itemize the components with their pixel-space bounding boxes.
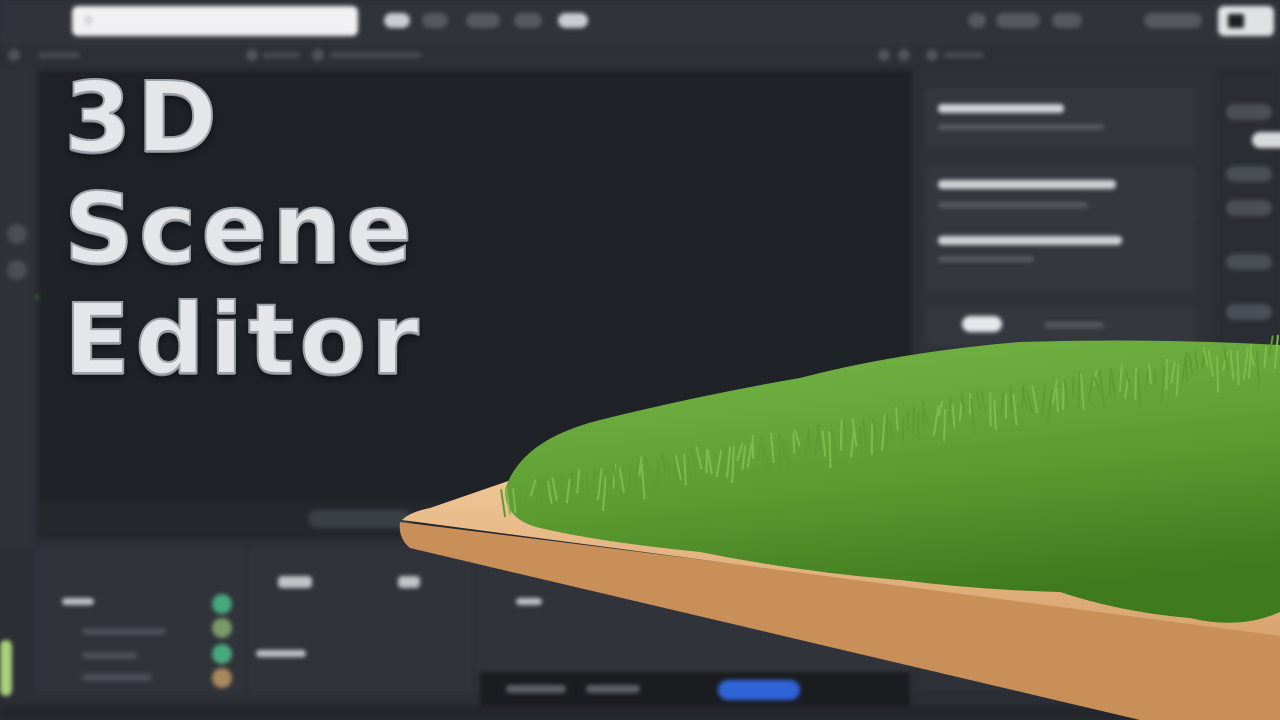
card-subtitle-2: [938, 202, 1088, 208]
subbar-icon-2[interactable]: [246, 49, 258, 61]
status-bar: [0, 706, 1280, 720]
far-right-panel: [1218, 70, 1280, 690]
status-dot-4: [212, 668, 232, 688]
toolbar-button-8[interactable]: [1052, 13, 1082, 28]
search-input[interactable]: [104, 13, 348, 29]
subbar-icon-6[interactable]: [926, 49, 938, 61]
far-right-chip-1[interactable]: [1226, 104, 1272, 120]
subbar-icon-5[interactable]: [898, 49, 910, 61]
bottom-panel-column-1: [34, 546, 247, 696]
toolbar-button-6[interactable]: [968, 13, 986, 28]
toolbar-button-9[interactable]: [1144, 13, 1202, 28]
card-title-3: [938, 236, 1122, 245]
toolbar-button-4[interactable]: [514, 13, 542, 28]
subbar-label-4: [944, 52, 984, 58]
far-right-chip-4[interactable]: [1226, 200, 1272, 216]
property-card-1[interactable]: [926, 88, 1196, 148]
toolbar-button-5[interactable]: [558, 13, 588, 28]
toolbar-button-7[interactable]: [996, 13, 1040, 28]
headline-line-1: 3D: [63, 61, 223, 174]
far-right-chip-3[interactable]: [1226, 166, 1272, 182]
primary-action-button[interactable]: [718, 680, 800, 700]
card-title-1: [938, 104, 1064, 113]
subbar-label-1: [38, 52, 80, 58]
status-dot-1: [212, 594, 232, 614]
bottom-panel-column-2: [248, 546, 475, 696]
app-logo[interactable]: [1218, 6, 1274, 36]
bottom-toggle-2[interactable]: [398, 576, 420, 588]
subbar-label-2: [262, 52, 300, 58]
bottom-item-6[interactable]: [516, 598, 542, 605]
rail-tool-2[interactable]: [7, 260, 27, 280]
property-card-3[interactable]: [926, 226, 1196, 292]
viewport-bottom-bar: [38, 502, 910, 536]
card-label-4: [1044, 322, 1104, 328]
bottom-item-3[interactable]: [82, 652, 138, 659]
subbar-icon-3[interactable]: [312, 49, 324, 61]
toolbar-button-1[interactable]: [384, 13, 410, 28]
app-logo-icon: [1228, 14, 1244, 28]
bottom-item-2[interactable]: [82, 628, 166, 635]
subbar-icon-1[interactable]: [8, 49, 20, 61]
headline-line-3: Editor: [63, 283, 424, 396]
properties-panel: [918, 70, 1214, 690]
top-toolbar: ⚲: [0, 0, 1280, 43]
card-subtitle-1: [938, 124, 1104, 130]
footer-label-1: [506, 685, 566, 693]
toolbar-button-2[interactable]: [422, 13, 448, 28]
property-card-2[interactable]: [926, 166, 1196, 226]
left-edge-accent: [0, 640, 12, 696]
subbar-label-3: [330, 52, 422, 58]
property-card-4[interactable]: [926, 306, 1196, 346]
bottom-item-1[interactable]: [62, 598, 94, 605]
bottom-toggle-1[interactable]: [278, 576, 312, 588]
toolbar-button-3[interactable]: [466, 13, 500, 28]
far-right-chip-6[interactable]: [1226, 304, 1272, 320]
footer-label-2: [586, 685, 640, 693]
headline-line-2: Scene: [63, 172, 417, 285]
search-box[interactable]: ⚲: [72, 6, 358, 36]
bottom-action-bar: [480, 672, 910, 706]
far-right-chip-5[interactable]: [1226, 254, 1272, 270]
headline-title: 3D Scene Editor: [63, 61, 424, 396]
status-dot-2: [212, 618, 232, 638]
far-right-chip-2[interactable]: [1252, 132, 1280, 148]
bottom-item-4[interactable]: [82, 674, 152, 681]
rail-tool-1[interactable]: [7, 224, 27, 244]
status-dot-3: [212, 644, 232, 664]
search-icon: ⚲: [84, 14, 93, 28]
viewport-control-pill[interactable]: [308, 510, 412, 528]
left-tool-rail: [0, 68, 34, 548]
subbar-icon-4[interactable]: [878, 49, 890, 61]
card-title-2: [938, 180, 1116, 189]
card-subtitle-3: [938, 256, 1034, 262]
bottom-item-5[interactable]: [256, 650, 306, 657]
card-toggle[interactable]: [962, 316, 1002, 332]
